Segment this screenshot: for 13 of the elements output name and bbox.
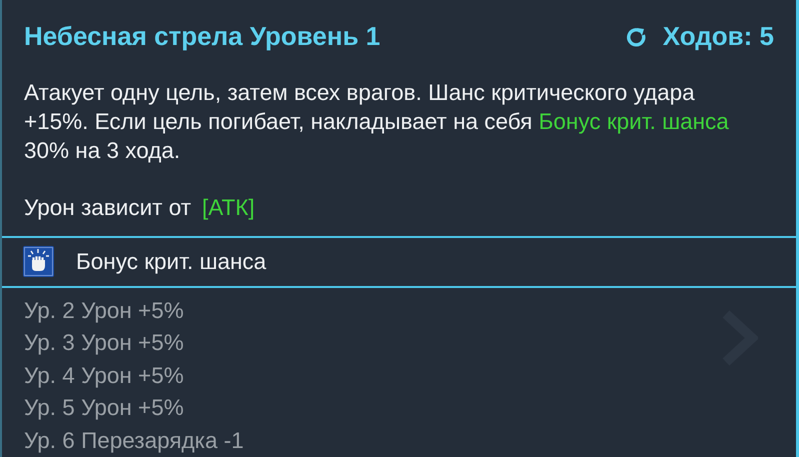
upgrade-line: Ур. 6 Перезарядка -1 bbox=[24, 426, 244, 455]
upgrade-line: Ур. 5 Урон +5% bbox=[24, 394, 184, 422]
refresh-icon bbox=[624, 26, 647, 48]
skill-description: Атакует одну цель, затем всех врагов. Шанс критического удара +15%. Если цель погибает, накладывает на себя Бонус крит. шанса 30% на 3 хода. bbox=[23, 79, 730, 165]
upgrade-line: Ур. 2 Урон +5% bbox=[24, 296, 184, 325]
skill-title: Небесная стрела Уровень 1 bbox=[24, 20, 380, 53]
turns-counter: Ходов: 5 bbox=[662, 20, 774, 53]
upgrade-line: Ур. 3 Урон +5% bbox=[24, 329, 184, 357]
stat-tag: [АТК] bbox=[202, 193, 255, 222]
upgrade-line: Ур. 4 Урон +5% bbox=[24, 362, 184, 390]
fist-icon bbox=[23, 246, 54, 278]
damage-label: Урон зависит от bbox=[24, 194, 192, 222]
buff-name: Бонус крит. шанса bbox=[76, 248, 266, 276]
